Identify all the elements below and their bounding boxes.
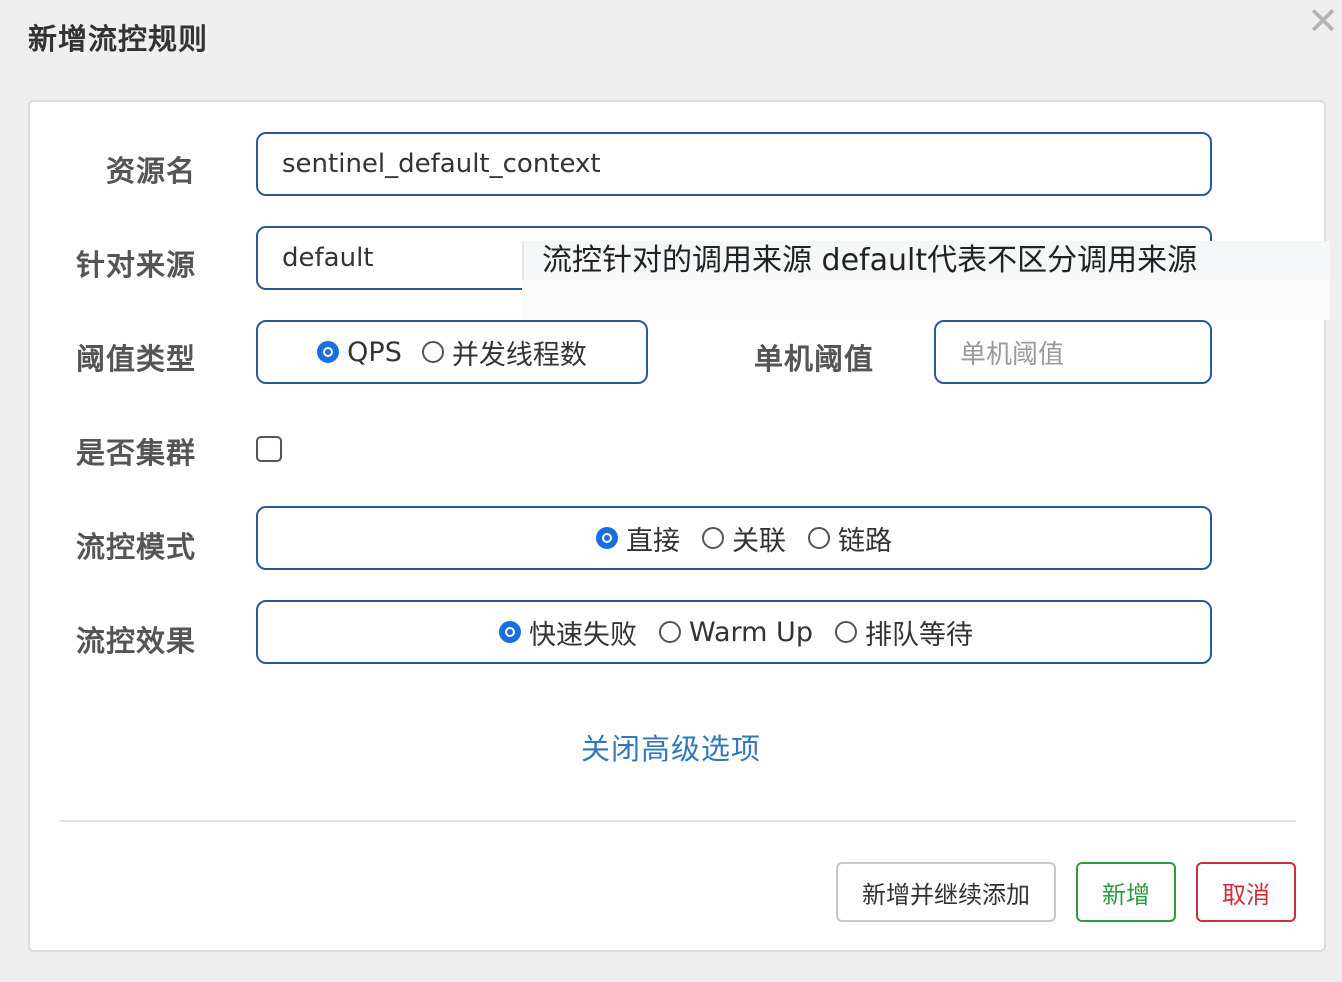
control-effect-radios: 快速失败 Warm Up 排队等待 xyxy=(258,602,1210,662)
footer-divider xyxy=(60,820,1296,822)
limit-app-tooltip: 流控针对的调用来源 default代表不区分调用来源 xyxy=(522,241,1330,280)
threshold-type-option-threads[interactable]: 并发线程数 xyxy=(421,333,587,372)
control-mode-option-chain[interactable]: 链路 xyxy=(808,519,892,558)
control-mode-option-label: 直接 xyxy=(626,525,680,557)
radio-selected-icon[interactable] xyxy=(499,621,522,643)
threshold-type-group: QPS 并发线程数 xyxy=(256,320,648,384)
limit-app-value: default xyxy=(282,243,374,273)
control-effect-option-label: Warm Up xyxy=(689,616,813,648)
tooltip-backdrop xyxy=(522,280,1330,320)
control-effect-label: 流控效果 xyxy=(75,624,196,658)
radio-unselected-icon[interactable] xyxy=(808,527,830,549)
control-mode-option-direct[interactable]: 直接 xyxy=(596,519,680,558)
control-mode-group: 直接 关联 链路 xyxy=(256,506,1212,570)
add-and-continue-button[interactable]: 新增并继续添加 xyxy=(836,862,1056,922)
resource-name-label: 资源名 xyxy=(105,154,196,188)
add-button[interactable]: 新增 xyxy=(1076,862,1176,922)
single-threshold-label: 单机阈值 xyxy=(753,342,874,376)
radio-unselected-icon[interactable] xyxy=(421,341,444,363)
dialog-title: 新增流控规则 xyxy=(28,22,209,56)
resource-name-input[interactable]: sentinel_default_context xyxy=(256,132,1212,196)
single-threshold-placeholder: 单机阈值 xyxy=(960,339,1065,370)
radio-selected-icon[interactable] xyxy=(596,527,618,549)
control-effect-option-queue[interactable]: 排队等待 xyxy=(834,613,973,652)
threshold-type-option-label: 并发线程数 xyxy=(451,339,587,371)
control-effect-option-warm-up[interactable]: Warm Up xyxy=(659,617,813,648)
threshold-type-option-label: QPS xyxy=(347,336,402,368)
control-mode-option-label: 关联 xyxy=(732,525,786,557)
control-mode-option-relate[interactable]: 关联 xyxy=(702,519,786,558)
threshold-type-radios: QPS 并发线程数 xyxy=(258,322,646,382)
close-advanced-options-link[interactable]: 关闭高级选项 xyxy=(0,726,1342,768)
control-mode-radios: 直接 关联 链路 xyxy=(258,508,1210,568)
control-effect-group: 快速失败 Warm Up 排队等待 xyxy=(256,600,1212,664)
threshold-type-label: 阈值类型 xyxy=(75,342,196,376)
control-effect-option-label: 快速失败 xyxy=(529,619,638,651)
threshold-type-option-qps[interactable]: QPS xyxy=(317,337,402,368)
cluster-mode-checkbox[interactable] xyxy=(256,436,282,462)
cancel-button[interactable]: 取消 xyxy=(1196,862,1296,922)
radio-selected-icon[interactable] xyxy=(317,341,340,363)
limit-app-label: 针对来源 xyxy=(75,248,196,282)
control-effect-option-fail-fast[interactable]: 快速失败 xyxy=(499,613,637,652)
cluster-mode-label: 是否集群 xyxy=(75,436,196,470)
single-threshold-input[interactable]: 单机阈值 xyxy=(934,320,1212,384)
resource-name-value: sentinel_default_context xyxy=(282,149,601,179)
close-icon[interactable]: ✕ xyxy=(1306,2,1340,40)
radio-unselected-icon[interactable] xyxy=(834,621,857,643)
radio-unselected-icon[interactable] xyxy=(702,527,724,549)
control-mode-option-label: 链路 xyxy=(838,525,892,557)
control-effect-option-label: 排队等待 xyxy=(864,619,973,651)
control-mode-label: 流控模式 xyxy=(75,530,196,564)
radio-unselected-icon[interactable] xyxy=(659,621,682,643)
